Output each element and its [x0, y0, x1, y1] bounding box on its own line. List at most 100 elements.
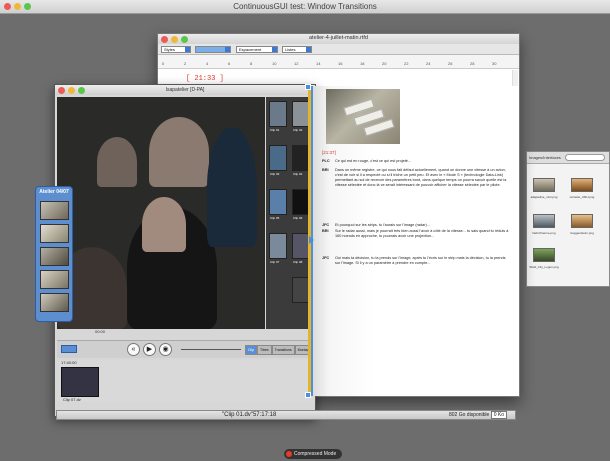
video-figure — [149, 117, 209, 187]
video-figure — [142, 197, 186, 252]
dialogue-line: BRI Sur le radar aussi, mais je pourrait … — [322, 229, 514, 239]
dialogue-line: JFC Oui mais ta décision, tu la prends su… — [322, 256, 514, 266]
video-timecode: 00:00 — [95, 329, 106, 334]
timeline-strip[interactable]: 17:40:00 Clip 07.dv — [57, 360, 315, 402]
movie-window[interactable]: Isapatelier [D-PA] Clip 01 Clip 02 Clip … — [54, 84, 327, 417]
ruler-tick: 30 — [492, 61, 497, 66]
page-photo — [326, 89, 400, 144]
zoom-button[interactable] — [78, 87, 85, 94]
spacing-dropdown[interactable]: Espacement — [236, 46, 278, 53]
ruler-tick: 26 — [448, 61, 453, 66]
utterance: Oui mais ta décision, tu la prends sur l… — [335, 256, 506, 265]
utterance: Et pourquoi sur les strips, tu l'aurais … — [335, 223, 430, 227]
ruler-tick: 22 — [404, 61, 409, 66]
clip-caption: Clip 07 — [270, 260, 280, 264]
clip-caption: Clip 05 — [270, 216, 280, 220]
file-browser-window[interactable]: Images/Interfaces adapteline_mini.png ca… — [526, 151, 610, 287]
ruler-tick: 6 — [228, 61, 231, 66]
page-corner-handle[interactable] — [305, 392, 311, 398]
file-browser-title: Images/Interfaces — [529, 155, 561, 160]
clip-thumbnail[interactable] — [269, 101, 287, 127]
file-thumbnail[interactable] — [533, 214, 555, 228]
clip-time: 17:40:00 — [61, 360, 77, 365]
camera-toggle[interactable] — [61, 345, 77, 353]
ruler[interactable]: 0 2 4 6 8 10 12 14 16 18 20 22 24 26 28 30 — [158, 55, 519, 69]
clip-caption: Clip 03 — [270, 172, 280, 176]
file-name: adapteline_mini.png — [530, 195, 558, 199]
playback-controls: « ▶ ◉ Clip Titres Transitions Montage Cl… — [57, 340, 327, 358]
speaker: BRI — [322, 168, 329, 172]
window-controls[interactable] — [58, 87, 85, 94]
palette-thumbnail[interactable] — [40, 224, 69, 243]
clip-thumbnail[interactable] — [269, 189, 287, 215]
document-title-bar: atelier-4-juillet-matin.rtfd — [158, 34, 519, 44]
palette-title: Atelier 04/07 — [39, 189, 69, 195]
ruler-tick: 10 — [272, 61, 277, 66]
ruler-tick: 20 — [382, 61, 387, 66]
speaker: JFC — [322, 256, 330, 260]
speaker: PLC — [322, 159, 330, 163]
volume-slider[interactable] — [181, 349, 241, 350]
clip-thumbnail[interactable] — [269, 233, 287, 259]
timeline-clip[interactable] — [61, 367, 99, 397]
outer-title-bar: ContinuousGUI test: Window Transitions — [0, 0, 610, 14]
disk-box: 0 Ko — [490, 411, 507, 419]
video-preview[interactable] — [57, 97, 265, 329]
ruler-tick: 28 — [470, 61, 475, 66]
search-field[interactable] — [565, 154, 605, 161]
record-icon — [286, 451, 292, 457]
palette-thumbnail[interactable] — [40, 247, 69, 266]
utterance: Sur le radar aussi, mais je pourrait trè… — [335, 229, 509, 238]
lists-dropdown[interactable]: Listes — [282, 46, 312, 53]
status-bar: "Clip 01.dv"57:17:18 802 Go disponible 0… — [56, 410, 516, 420]
rewind-button[interactable]: « — [127, 343, 140, 356]
dialogue-line: JFC Et pourquoi sur les strips, tu l'aura… — [322, 223, 514, 228]
timecode-text: [ 21:33 ] — [186, 75, 224, 83]
ruler-tick: 2 — [184, 61, 187, 66]
ruler-tick: 12 — [294, 61, 299, 66]
minimize-button[interactable] — [68, 87, 75, 94]
dialogue-line: BRI Dans un même registre, ce qui nous fa… — [322, 168, 514, 188]
clip-caption: Clip 08 — [293, 260, 303, 264]
movie-title: Isapatelier [D-PA] — [165, 87, 205, 93]
page-timecode: [21:37] — [322, 150, 336, 155]
clip-thumbnail[interactable] — [269, 145, 287, 171]
utterance: Dans un même registre, ce qui nous fait … — [335, 168, 507, 187]
utterance: Ce qui est en rouge, c'est ce qui est pr… — [335, 159, 412, 163]
file-thumbnail[interactable] — [571, 214, 593, 228]
play-button[interactable]: ▶ — [143, 343, 156, 356]
compressed-mode-badge[interactable]: Compressed Mode — [284, 449, 342, 459]
ruler-tick: 14 — [316, 61, 321, 66]
clip-thumbnails[interactable]: Clip 01 Clip 02 Clip 03 Clip 04 Clip 05 … — [266, 97, 314, 329]
tab-titles[interactable]: Titres — [257, 345, 272, 355]
palette-thumbnail[interactable] — [40, 201, 69, 220]
file-name: carnetie_CRH.png — [569, 195, 595, 199]
status-clip-info: "Clip 01.dv"57:17:18 — [222, 412, 277, 418]
clip-caption: Clip 04 — [293, 172, 303, 176]
atelier-palette[interactable]: Atelier 04/07 — [35, 186, 73, 322]
palette-thumbnail[interactable] — [40, 293, 69, 312]
palette-thumbnail[interactable] — [40, 270, 69, 289]
file-name: Shell_City_Logon.png — [529, 265, 559, 269]
fullscreen-button[interactable]: ◉ — [159, 343, 172, 356]
file-name: DebrCherme.png — [532, 231, 556, 235]
document-title: atelier-4-juillet-matin.rtfd — [309, 35, 368, 41]
tab-transitions[interactable]: Transitions — [271, 345, 295, 355]
flipping-page[interactable]: [21:37] PLC Ce qui est en rouge, c'est ce… — [311, 86, 519, 396]
speaker: JFC — [322, 223, 330, 227]
file-thumbnail[interactable] — [571, 178, 593, 192]
disk-space: 802 Go disponible 0 Ko — [449, 411, 507, 419]
movie-title-bar: Isapatelier [D-PA] — [55, 85, 315, 95]
alignment-segment[interactable] — [195, 46, 231, 53]
page-corner-handle[interactable] — [305, 84, 311, 90]
file-browser-header: Images/Interfaces — [527, 152, 609, 164]
styles-dropdown[interactable]: Styles — [161, 46, 191, 53]
file-thumbnail[interactable] — [533, 178, 555, 192]
speaker: BRI — [322, 229, 329, 233]
tab-clip[interactable]: Clip — [245, 345, 258, 355]
ruler-tick: 0 — [162, 61, 165, 66]
ruler-tick: 8 — [250, 61, 253, 66]
file-thumbnail[interactable] — [533, 248, 555, 262]
page-turn-arrow-icon[interactable] — [309, 236, 314, 244]
close-button[interactable] — [58, 87, 65, 94]
